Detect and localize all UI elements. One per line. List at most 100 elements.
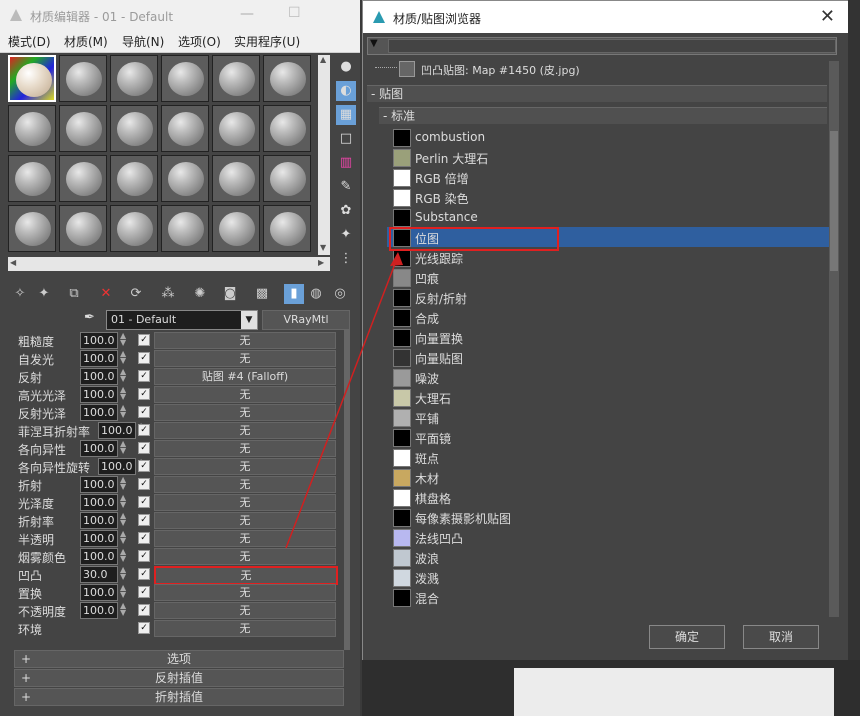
material-slot[interactable] xyxy=(212,55,260,102)
map-list-item[interactable]: 反射/折射 xyxy=(387,287,831,307)
param-map-button[interactable]: 无 xyxy=(154,386,336,403)
options-dropdown-icon[interactable]: ▼ xyxy=(370,38,378,49)
param-amount-input[interactable]: 100.0 xyxy=(80,476,118,493)
show-end-result-icon[interactable]: ▩ xyxy=(252,284,272,304)
material-slot[interactable] xyxy=(263,155,311,202)
map-list-item[interactable]: 凹痕 xyxy=(387,267,831,287)
param-enable-checkbox[interactable]: ✓ xyxy=(138,334,150,346)
scroll-down-icon[interactable]: ▼ xyxy=(320,243,326,252)
backlight-icon[interactable]: ◐ xyxy=(336,81,356,101)
cancel-button[interactable]: 取消 xyxy=(743,625,819,649)
param-amount-input[interactable]: 100.0 xyxy=(80,512,118,529)
map-list-item[interactable]: 波浪 xyxy=(387,547,831,567)
param-enable-checkbox[interactable]: ✓ xyxy=(138,442,150,454)
menu-navigation[interactable]: 导航(N) xyxy=(122,33,164,50)
go-to-parent-icon[interactable]: ▮ xyxy=(284,284,304,304)
material-slot[interactable] xyxy=(161,105,209,152)
map-list-item[interactable]: Perlin 大理石 xyxy=(387,147,831,167)
menu-utilities[interactable]: 实用程序(U) xyxy=(234,33,300,50)
map-list-item[interactable]: 大理石 xyxy=(387,387,831,407)
map-list-item[interactable]: RGB 倍增 xyxy=(387,167,831,187)
menu-mode[interactable]: 模式(D) xyxy=(8,33,51,50)
param-map-button[interactable]: 无 xyxy=(154,458,336,475)
material-slot[interactable] xyxy=(263,55,311,102)
spinner-icon[interactable]: ▲▼ xyxy=(120,512,128,527)
param-amount-input[interactable]: 100.0 xyxy=(80,350,118,367)
scroll-up-icon[interactable]: ▲ xyxy=(320,55,326,64)
map-list-item[interactable]: 木材 xyxy=(387,467,831,487)
background-icon[interactable]: ▦ xyxy=(336,105,356,125)
material-slot[interactable] xyxy=(110,55,158,102)
material-slot[interactable] xyxy=(8,155,56,202)
map-list-item[interactable]: combustion xyxy=(387,127,831,147)
material-slot[interactable] xyxy=(212,205,260,252)
slots-vertical-scrollbar[interactable]: ▲ ▼ xyxy=(318,55,330,255)
spinner-icon[interactable]: ▲▼ xyxy=(120,602,128,617)
scrollbar-thumb[interactable] xyxy=(830,131,838,271)
param-enable-checkbox[interactable]: ✓ xyxy=(138,424,150,436)
material-slot[interactable] xyxy=(110,105,158,152)
map-list-item[interactable]: 平铺 xyxy=(387,407,831,427)
spinner-icon[interactable]: ▲▼ xyxy=(120,332,128,347)
close-icon[interactable]: ✕ xyxy=(820,6,835,27)
param-enable-checkbox[interactable]: ✓ xyxy=(138,550,150,562)
param-amount-input[interactable]: 100.0 xyxy=(80,440,118,457)
material-slot[interactable] xyxy=(59,105,107,152)
assign-material-icon[interactable]: ✦ xyxy=(34,284,54,304)
param-map-button[interactable]: 无 xyxy=(154,620,336,637)
spinner-icon[interactable]: ▲▼ xyxy=(120,494,128,509)
param-map-button[interactable]: 无 xyxy=(154,548,336,565)
param-map-button[interactable]: 无 xyxy=(154,512,336,529)
param-map-button[interactable]: 贴图 #4 (Falloff) xyxy=(154,368,336,385)
param-amount-input[interactable]: 100.0 xyxy=(98,422,136,439)
map-list-item[interactable]: 向量贴图 xyxy=(387,347,831,367)
tree-group-maps[interactable]: - 贴图 xyxy=(367,85,827,102)
map-list-item[interactable]: 合成 xyxy=(387,307,831,327)
pick-material-icon[interactable]: ◎ xyxy=(330,284,350,304)
eyedropper-icon[interactable]: ✒ xyxy=(84,310,102,328)
menu-options[interactable]: 选项(O) xyxy=(178,33,221,50)
map-list-item[interactable]: 每像素摄影机贴图 xyxy=(387,507,831,527)
material-slot[interactable] xyxy=(8,55,56,102)
reset-map-icon[interactable]: ✕ xyxy=(96,284,116,304)
param-enable-checkbox[interactable]: ✓ xyxy=(138,406,150,418)
material-slot[interactable] xyxy=(8,205,56,252)
spinner-icon[interactable]: ▲▼ xyxy=(120,368,128,383)
param-amount-input[interactable]: 100.0 xyxy=(80,332,118,349)
put-to-library-icon[interactable]: ⁂ xyxy=(158,284,178,304)
spinner-icon[interactable]: ▲▼ xyxy=(120,530,128,545)
material-slot[interactable] xyxy=(212,155,260,202)
map-list-item[interactable]: 向量置换 xyxy=(387,327,831,347)
show-map-icon[interactable]: ◙ xyxy=(220,284,240,304)
get-material-icon[interactable]: ✧ xyxy=(10,284,30,304)
param-amount-input[interactable]: 100.0 xyxy=(80,548,118,565)
menu-material[interactable]: 材质(M) xyxy=(64,33,108,50)
material-slot[interactable] xyxy=(59,55,107,102)
spinner-icon[interactable]: ▲▼ xyxy=(120,476,128,491)
make-unique-icon[interactable]: ⟳ xyxy=(126,284,146,304)
material-slot[interactable] xyxy=(110,155,158,202)
rollout-reflect-interp[interactable]: + 反射插值 xyxy=(14,669,344,687)
param-map-button[interactable]: 无 xyxy=(154,350,336,367)
minimize-icon[interactable]: — xyxy=(240,6,254,22)
material-slot[interactable] xyxy=(263,205,311,252)
video-color-icon[interactable]: ▥ xyxy=(336,153,356,173)
param-map-button[interactable]: 无 xyxy=(154,332,336,349)
param-amount-input[interactable]: 100.0 xyxy=(80,368,118,385)
material-id-icon[interactable]: ✺ xyxy=(190,284,210,304)
param-enable-checkbox[interactable]: ✓ xyxy=(138,514,150,526)
param-enable-checkbox[interactable]: ✓ xyxy=(138,604,150,616)
spinner-icon[interactable]: ▲▼ xyxy=(120,566,128,581)
put-to-scene-icon[interactable]: ⧉ xyxy=(64,284,84,304)
spinner-icon[interactable]: ▲▼ xyxy=(120,548,128,563)
param-enable-checkbox[interactable]: ✓ xyxy=(138,478,150,490)
slots-horizontal-scrollbar[interactable]: ◀ ▶ xyxy=(8,257,330,271)
list-scrollbar[interactable] xyxy=(829,61,839,617)
param-map-button[interactable]: 无 xyxy=(154,422,336,439)
material-slot[interactable] xyxy=(110,205,158,252)
material-slot[interactable] xyxy=(212,105,260,152)
param-amount-input[interactable]: 100.0 xyxy=(80,602,118,619)
material-slot[interactable] xyxy=(59,155,107,202)
scroll-left-icon[interactable]: ◀ xyxy=(10,258,16,267)
scroll-right-icon[interactable]: ▶ xyxy=(318,258,324,267)
